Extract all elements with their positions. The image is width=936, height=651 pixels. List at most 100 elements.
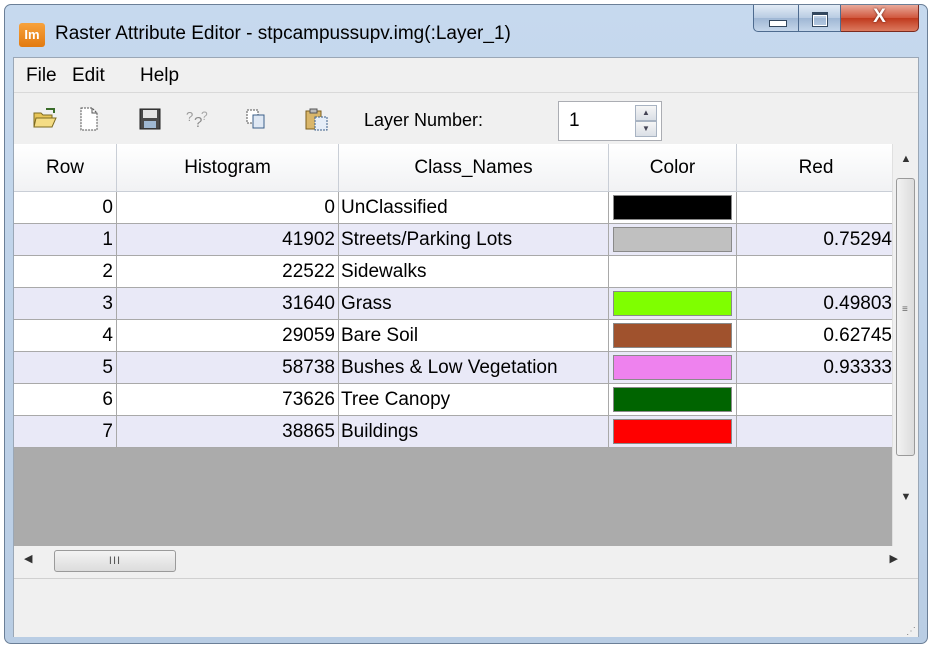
table-row[interactable]: 0 0 UnClassified [14, 192, 896, 224]
color-cell[interactable] [609, 288, 737, 320]
class-name-cell[interactable]: Buildings [339, 416, 609, 448]
color-cell[interactable] [609, 256, 737, 288]
column-header-class-names[interactable]: Class_Names [339, 144, 609, 192]
color-swatch[interactable] [613, 419, 732, 444]
spin-up-button[interactable]: ▲ [635, 105, 657, 121]
color-swatch[interactable] [613, 259, 732, 284]
column-header-histogram[interactable]: Histogram [117, 144, 339, 192]
layer-number-input[interactable] [559, 102, 627, 140]
column-header-color[interactable]: Color [609, 144, 737, 192]
color-cell[interactable] [609, 320, 737, 352]
histogram-cell[interactable]: 38865 [117, 416, 339, 448]
table-header: Row Histogram Class_Names Color Red [14, 144, 896, 192]
class-name-cell[interactable]: Bare Soil [339, 320, 609, 352]
layer-number-spinner: ▲ ▼ [558, 101, 662, 141]
histogram-cell[interactable]: 29059 [117, 320, 339, 352]
histogram-cell[interactable]: 31640 [117, 288, 339, 320]
color-cell[interactable] [609, 416, 737, 448]
row-number-cell[interactable]: 3 [14, 288, 117, 320]
maximize-icon [812, 12, 828, 27]
table-row[interactable]: 4 29059 Bare Soil 0.62745 [14, 320, 896, 352]
red-value-cell[interactable] [737, 192, 896, 224]
color-cell[interactable] [609, 352, 737, 384]
resize-grip-icon[interactable]: ⋰ [906, 627, 916, 637]
scroll-right-arrow-icon[interactable]: ▶ [890, 552, 898, 565]
save-icon[interactable] [138, 107, 162, 131]
horizontal-scroll-thumb[interactable]: III [54, 550, 176, 572]
red-value-cell[interactable] [737, 256, 896, 288]
row-number-cell[interactable]: 2 [14, 256, 117, 288]
table-row[interactable]: 3 31640 Grass 0.49803 [14, 288, 896, 320]
color-cell[interactable] [609, 384, 737, 416]
open-folder-icon[interactable] [32, 107, 57, 131]
scroll-down-arrow-icon[interactable]: ▼ [893, 484, 918, 510]
histogram-cell[interactable]: 41902 [117, 224, 339, 256]
toolbar: ? ? ? Layer Number: 1 ▲ ▼ [14, 92, 918, 145]
column-header-red[interactable]: Red [737, 144, 896, 192]
color-swatch[interactable] [613, 355, 732, 380]
class-name-cell[interactable]: Streets/Parking Lots [339, 224, 609, 256]
color-cell[interactable] [609, 192, 737, 224]
red-value-cell[interactable]: 0.62745 [737, 320, 896, 352]
window-title: Raster Attribute Editor - stpcampussupv.… [55, 23, 511, 44]
table-row[interactable]: 5 58738 Bushes & Low Vegetation 0.93333 [14, 352, 896, 384]
attribute-table: Row Histogram Class_Names Color Red 0 0 Un… [14, 144, 918, 546]
vertical-scroll-thumb[interactable]: ≡ [896, 178, 915, 456]
class-name-cell[interactable]: Sidewalks [339, 256, 609, 288]
scroll-left-arrow-icon[interactable]: ◀ [24, 552, 32, 565]
menu-file[interactable]: File [26, 65, 57, 87]
red-value-cell[interactable]: 0.93333 [737, 352, 896, 384]
table-row[interactable]: 7 38865 Buildings [14, 416, 896, 448]
help-icon[interactable]: ? ? ? [184, 107, 208, 131]
grip-icon: ≡ [902, 304, 908, 315]
menu-edit[interactable]: Edit [72, 65, 105, 87]
minimize-button[interactable] [753, 5, 799, 32]
red-value-cell[interactable] [737, 416, 896, 448]
row-number-cell[interactable]: 7 [14, 416, 117, 448]
color-swatch[interactable] [613, 227, 732, 252]
histogram-cell[interactable]: 22522 [117, 256, 339, 288]
title-bar[interactable]: Im Raster Attribute Editor - stpcampussu… [5, 5, 927, 57]
row-number-cell[interactable]: 0 [14, 192, 117, 224]
color-swatch[interactable] [613, 323, 732, 348]
red-value-cell[interactable] [737, 384, 896, 416]
vertical-scrollbar[interactable]: ▲ ≡ ▼ [892, 144, 918, 546]
minimize-icon [769, 20, 787, 27]
histogram-cell[interactable]: 0 [117, 192, 339, 224]
color-swatch[interactable] [613, 387, 732, 412]
red-value-cell[interactable]: 0.49803 [737, 288, 896, 320]
class-name-cell[interactable]: Bushes & Low Vegetation [339, 352, 609, 384]
color-swatch[interactable] [613, 195, 732, 220]
table-row[interactable]: 2 22522 Sidewalks [14, 256, 896, 288]
new-file-icon[interactable] [78, 107, 102, 131]
copy-icon[interactable] [244, 107, 268, 131]
paste-icon[interactable] [304, 107, 328, 131]
client-area: File Edit Help ? ? ? Layer Number: 1 ▲ ▼… [13, 57, 919, 637]
row-number-cell[interactable]: 4 [14, 320, 117, 352]
close-button[interactable]: X [841, 5, 919, 32]
status-bar: ⋰ [14, 578, 918, 637]
red-value-cell[interactable]: 0.75294 [737, 224, 896, 256]
menu-help[interactable]: Help [140, 65, 179, 87]
color-swatch[interactable] [613, 291, 732, 316]
table-row[interactable]: 6 73626 Tree Canopy [14, 384, 896, 416]
spin-down-button[interactable]: ▼ [635, 121, 657, 137]
color-cell[interactable] [609, 224, 737, 256]
class-name-cell[interactable]: UnClassified [339, 192, 609, 224]
histogram-cell[interactable]: 73626 [117, 384, 339, 416]
window-controls: X [753, 5, 919, 33]
row-number-cell[interactable]: 1 [14, 224, 117, 256]
column-header-row[interactable]: Row [14, 144, 117, 192]
row-number-cell[interactable]: 5 [14, 352, 117, 384]
scroll-up-arrow-icon[interactable]: ▲ [893, 146, 918, 172]
class-name-cell[interactable]: Grass [339, 288, 609, 320]
maximize-button[interactable] [799, 5, 841, 32]
row-number-cell[interactable]: 6 [14, 384, 117, 416]
svg-text:?: ? [201, 109, 208, 123]
horizontal-scrollbar[interactable]: ◀ III ▶ [14, 546, 918, 576]
class-name-cell[interactable]: Tree Canopy [339, 384, 609, 416]
raster-attribute-editor-window: Im Raster Attribute Editor - stpcampussu… [4, 4, 928, 644]
histogram-cell[interactable]: 58738 [117, 352, 339, 384]
table-row[interactable]: 1 41902 Streets/Parking Lots 0.75294 [14, 224, 896, 256]
close-icon: X [873, 6, 886, 27]
